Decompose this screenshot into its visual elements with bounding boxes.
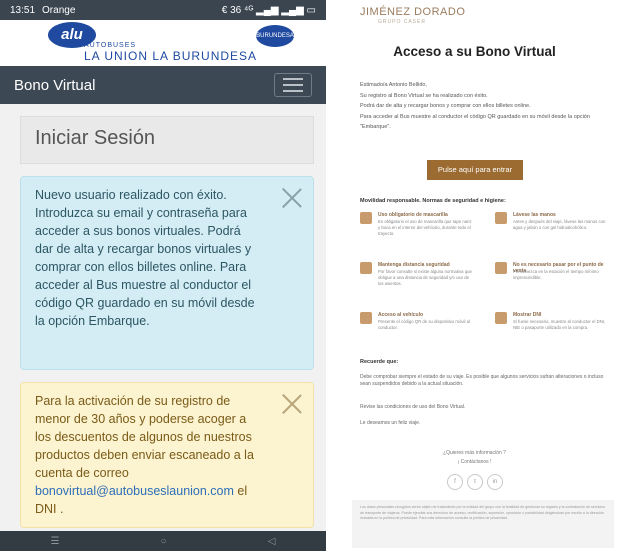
measure-title: Uso obligatorio de mascarilla <box>378 212 448 218</box>
success-alert-text: Nuevo usuario realizado con éxito. Intro… <box>35 188 255 328</box>
measures-heading: Movilidad responsable. Normas de segurid… <box>360 198 506 204</box>
intro-line: Su registro al Bono Virtual se ha realiz… <box>360 92 488 99</box>
home-icon[interactable]: ○ <box>161 536 167 547</box>
brand-subtitle: GRUPO CASER <box>378 19 426 25</box>
status-icons: € 36 ⁴ᴳ ▂▄▆ ▂▄▆ ▭ <box>221 4 316 16</box>
recuerde-text: Debe comprobar siempre el estado de su v… <box>360 374 604 387</box>
measure-desc: Por favor consulte si existe alguna norm… <box>378 269 472 286</box>
screenshot-composite: 13:51 Orange € 36 ⁴ᴳ ▂▄▆ ▂▄▆ ▭ alu AUTOB… <box>0 0 619 551</box>
email-intro: Estimado/a Antonio Bellido, Su registro … <box>360 80 610 133</box>
email-preview: JIMÉNEZ DORADO GRUPO CASER Acceso a su B… <box>330 0 619 551</box>
ticket-office-icon <box>495 262 507 274</box>
success-alert: Nuevo usuario realizado con éxito. Intro… <box>20 176 314 370</box>
intro-line: Para acceder al Bus muestre al conductor… <box>360 113 590 131</box>
measure-desc: Presente el código QR de su dispositivo … <box>378 319 470 330</box>
linkedin-icon[interactable]: in <box>487 474 503 490</box>
recuerde-heading: Recuerde que: <box>360 359 399 365</box>
measure-desc: Antes y después del viaje, lávese las ma… <box>513 219 606 230</box>
handwash-icon <box>495 212 507 224</box>
measure-item: Mantenga distancia seguridad Por favor c… <box>360 262 472 302</box>
more-info-text: ¿Quieres más información ? <box>443 450 506 456</box>
measure-title: Lávese las manos <box>513 212 556 218</box>
facebook-icon[interactable]: f <box>447 474 463 490</box>
measure-title: Mostrar DNI <box>513 312 542 318</box>
id-card-icon <box>495 312 507 324</box>
logo-big-text: LA UNION LA BURUNDESA <box>84 49 258 63</box>
logo-small-text: AUTOBUSES <box>84 42 137 49</box>
farewell-text: Le deseamos un feliz viaje. <box>360 420 421 426</box>
email-link[interactable]: bonovirtual@autobuseslaunion.com <box>35 484 234 498</box>
close-icon[interactable] <box>281 187 303 209</box>
navbar-title[interactable]: Bono Virtual <box>14 77 95 94</box>
logo-seal: BURUNDESA <box>256 25 294 47</box>
status-bar: 13:51 Orange € 36 ⁴ᴳ ▂▄▆ ▂▄▆ ▭ <box>0 0 326 20</box>
back-icon[interactable]: ◁ <box>268 536 276 547</box>
warning-alert-text: Para la activación de su registro de men… <box>35 394 254 480</box>
navbar: Bono Virtual <box>0 66 326 104</box>
status-time: 13:51 <box>10 4 36 16</box>
conditions-link[interactable]: Revise las condiciones de uso del Bono V… <box>360 404 610 411</box>
enter-button[interactable]: Pulse aquí para entrar <box>427 160 523 180</box>
measure-item: No es necesario pasar por el punto de ve… <box>495 262 607 302</box>
intro-line: Podrá dar de alta y recargar bonos y com… <box>360 103 531 109</box>
measure-item: Acceso al vehículo Presente el código QR… <box>360 312 472 352</box>
distance-icon <box>360 262 372 274</box>
menu-toggle-button[interactable] <box>274 73 312 97</box>
login-heading: Iniciar Sesión <box>20 116 314 164</box>
mask-icon <box>360 212 372 224</box>
company-logo: alu AUTOBUSES LA UNION LA BURUNDESA BURU… <box>0 20 326 66</box>
brand-logo-text: JIMÉNEZ DORADO <box>360 6 466 18</box>
measure-title: Mantenga distancia seguridad <box>378 262 450 268</box>
measure-item: Mostrar DNI Si fuese necesario, muestre … <box>495 312 607 352</box>
status-carrier: Orange <box>42 4 76 16</box>
measure-desc: Si fuese necesario, muestre al conductor… <box>513 319 606 330</box>
phone-screen: 13:51 Orange € 36 ⁴ᴳ ▂▄▆ ▂▄▆ ▭ alu AUTOB… <box>0 0 326 551</box>
intro-line: Estimado/a Antonio Bellido, <box>360 82 427 88</box>
measure-desc: Es obligatorio el uso de mascarilla que … <box>378 219 472 236</box>
recents-icon[interactable]: ☰ <box>51 536 60 547</box>
measure-desc: Permanezca en la estación el tiempo míni… <box>513 269 599 280</box>
qr-code-icon <box>360 312 372 324</box>
measure-item: Lávese las manos Antes y después del via… <box>495 212 607 252</box>
warning-alert: Para la activación de su registro de men… <box>20 382 314 528</box>
hamburger-icon <box>283 78 303 80</box>
email-title: Acceso a su Bono Virtual <box>393 44 556 59</box>
close-icon[interactable] <box>281 393 303 415</box>
legal-footer: Los datos personales recogidos serán obj… <box>352 500 614 548</box>
android-nav-bar: ☰ ○ ◁ <box>0 531 326 551</box>
twitter-icon[interactable]: t <box>467 474 483 490</box>
measure-item: Uso obligatorio de mascarilla Es obligat… <box>360 212 472 252</box>
contact-text: ¡ Contáctanos ! <box>457 459 492 465</box>
measure-title: Acceso al vehículo <box>378 312 424 318</box>
